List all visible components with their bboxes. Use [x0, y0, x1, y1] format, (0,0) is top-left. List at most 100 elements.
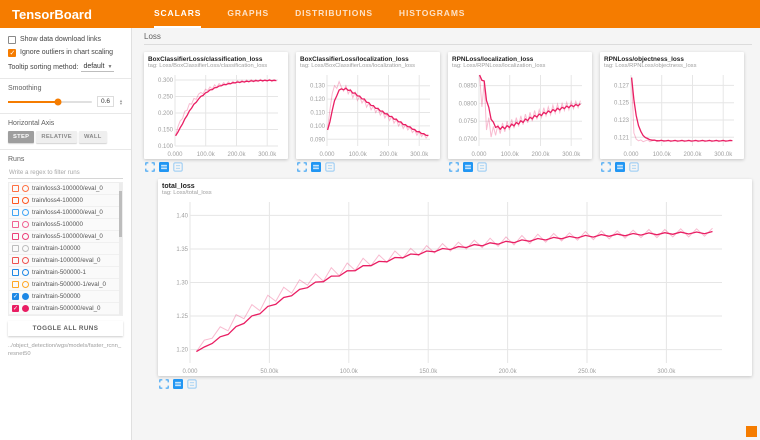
run-isolator-icon[interactable]	[22, 305, 29, 312]
runs-scrollbar[interactable]	[119, 191, 122, 237]
svg-text:250.0k: 250.0k	[578, 369, 597, 375]
run-checkbox[interactable]	[12, 257, 19, 264]
pin-chart-icon[interactable]	[187, 379, 197, 389]
run-isolator-icon[interactable]	[22, 269, 29, 276]
line-chart[interactable]: 0.1210.1230.1250.1270.000100.0k200.0k300…	[604, 70, 740, 158]
run-isolator-icon[interactable]	[22, 197, 29, 204]
category-loss-header[interactable]: Loss	[144, 32, 752, 45]
checkbox-label: Show data download links	[20, 36, 101, 43]
tab-graphs[interactable]: GRAPHS	[227, 0, 269, 28]
smoothing-stepper[interactable]: ▲▼	[119, 99, 123, 105]
data-table-icon[interactable]	[615, 162, 625, 172]
run-isolator-icon[interactable]	[22, 209, 29, 216]
chart-actions	[144, 159, 288, 175]
run-row[interactable]: train/train-500000-1	[9, 267, 122, 279]
run-row[interactable]: train/loss4-100000	[9, 195, 122, 207]
run-label: train/loss5-100000	[32, 221, 83, 228]
run-isolator-icon[interactable]	[22, 233, 29, 240]
run-isolator-icon[interactable]	[22, 245, 29, 252]
run-row[interactable]: train/train-500000-1/eval_0	[9, 279, 122, 291]
chevron-down-icon: ▼	[107, 64, 112, 70]
svg-text:0.150: 0.150	[158, 128, 174, 134]
run-checkbox[interactable]	[12, 197, 19, 204]
chart-card: total_loss tag: Loss/total_loss 1.201.25…	[158, 179, 752, 376]
run-checkbox[interactable]	[12, 233, 19, 240]
svg-text:0.0850: 0.0850	[459, 84, 478, 90]
expand-chart-icon[interactable]	[601, 162, 611, 172]
run-checkbox[interactable]	[12, 221, 19, 228]
svg-text:0.000: 0.000	[319, 152, 335, 158]
svg-text:200.0k: 200.0k	[379, 152, 398, 158]
tab-histograms[interactable]: HISTOGRAMS	[399, 0, 465, 28]
expand-chart-icon[interactable]	[297, 162, 307, 172]
run-row[interactable]: train/train-500000/eval_0	[9, 303, 122, 315]
smoothing-value-input[interactable]: 0.6	[97, 96, 114, 107]
svg-text:0.090: 0.090	[310, 137, 326, 143]
run-checkbox[interactable]	[12, 185, 19, 192]
run-row[interactable]: train/train-500000	[9, 291, 122, 303]
svg-text:0.000: 0.000	[182, 369, 198, 375]
expand-chart-icon[interactable]	[159, 379, 169, 389]
pin-chart-icon[interactable]	[325, 162, 335, 172]
run-isolator-icon[interactable]	[22, 185, 29, 192]
run-isolator-icon[interactable]	[22, 281, 29, 288]
run-row[interactable]: train/loss4-100000/eval_0	[9, 207, 122, 219]
runs-list: train/loss3-100000/eval_0 train/loss4-10…	[8, 182, 123, 316]
runs-filter-input[interactable]	[8, 167, 123, 179]
pin-chart-icon[interactable]	[629, 162, 639, 172]
run-row[interactable]: train/loss3-100000/eval_0	[9, 183, 122, 195]
run-checkbox[interactable]	[12, 305, 19, 312]
run-checkbox[interactable]	[12, 209, 19, 216]
run-row[interactable]: train/loss5-100000/eval_0	[9, 231, 122, 243]
tab-distributions[interactable]: DISTRIBUTIONS	[295, 0, 373, 28]
axis-option-relative[interactable]: RELATIVE	[36, 131, 77, 143]
run-checkbox[interactable]	[12, 281, 19, 288]
line-chart[interactable]: 1.201.251.301.351.400.00050.00k100.0k150…	[162, 197, 728, 375]
run-row[interactable]: train/train-100000/eval_0	[9, 255, 122, 267]
smoothing-label: Smoothing	[8, 85, 123, 92]
run-checkbox[interactable]	[12, 293, 19, 300]
line-chart[interactable]: 0.07000.07500.08000.08500.000100.0k200.0…	[452, 70, 588, 158]
checkbox-checked-icon[interactable]	[8, 49, 16, 57]
run-isolator-icon[interactable]	[22, 221, 29, 228]
pin-chart-icon[interactable]	[477, 162, 487, 172]
pin-chart-icon[interactable]	[173, 162, 183, 172]
tab-scalars[interactable]: SCALARS	[154, 0, 201, 28]
svg-text:300.0k: 300.0k	[258, 152, 277, 158]
ignore-outliers-checkbox[interactable]: Ignore outliers in chart scaling	[8, 49, 123, 57]
run-isolator-icon[interactable]	[22, 293, 29, 300]
run-isolator-icon[interactable]	[22, 257, 29, 264]
run-row[interactable]: train/loss5-100000	[9, 219, 122, 231]
chart-card: RPNLoss/objectness_loss tag: Loss/RPNLos…	[600, 52, 744, 159]
run-label: train/loss4-100000/eval_0	[32, 209, 103, 216]
chart-title: BoxClassifierLoss/classification_loss	[148, 56, 284, 63]
show-download-links-checkbox[interactable]: Show data download links	[8, 36, 123, 44]
run-label: train/train-500000/eval_0	[32, 305, 100, 312]
axis-option-wall[interactable]: WALL	[79, 131, 107, 143]
axis-option-step[interactable]: STEP	[8, 131, 34, 143]
checkbox-icon[interactable]	[8, 36, 16, 44]
expand-chart-icon[interactable]	[449, 162, 459, 172]
svg-text:0.121: 0.121	[614, 135, 630, 141]
stepper-down-icon[interactable]: ▼	[119, 102, 123, 105]
svg-text:0.250: 0.250	[158, 95, 174, 101]
data-table-icon[interactable]	[463, 162, 473, 172]
slider-fill	[8, 101, 58, 103]
data-table-icon[interactable]	[159, 162, 169, 172]
slider-thumb[interactable]	[55, 98, 62, 105]
tooltip-sort-value: default	[83, 63, 104, 70]
expand-chart-icon[interactable]	[145, 162, 155, 172]
data-table-icon[interactable]	[311, 162, 321, 172]
line-chart[interactable]: 0.1000.1500.2000.2500.3000.000100.0k200.…	[148, 70, 284, 158]
run-row[interactable]: train/train-100000	[9, 243, 122, 255]
chart-actions	[158, 376, 752, 392]
toggle-all-runs-button[interactable]: TOGGLE ALL RUNS	[8, 321, 123, 336]
tooltip-sort-select[interactable]: default ▼	[81, 62, 114, 72]
smoothing-slider[interactable]	[8, 101, 92, 103]
chart-actions	[600, 159, 744, 175]
run-checkbox[interactable]	[12, 245, 19, 252]
run-checkbox[interactable]	[12, 269, 19, 276]
data-table-icon[interactable]	[173, 379, 183, 389]
chart-actions	[296, 159, 440, 175]
line-chart[interactable]: 0.0900.1000.1100.1200.1300.000100.0k200.…	[300, 70, 436, 158]
